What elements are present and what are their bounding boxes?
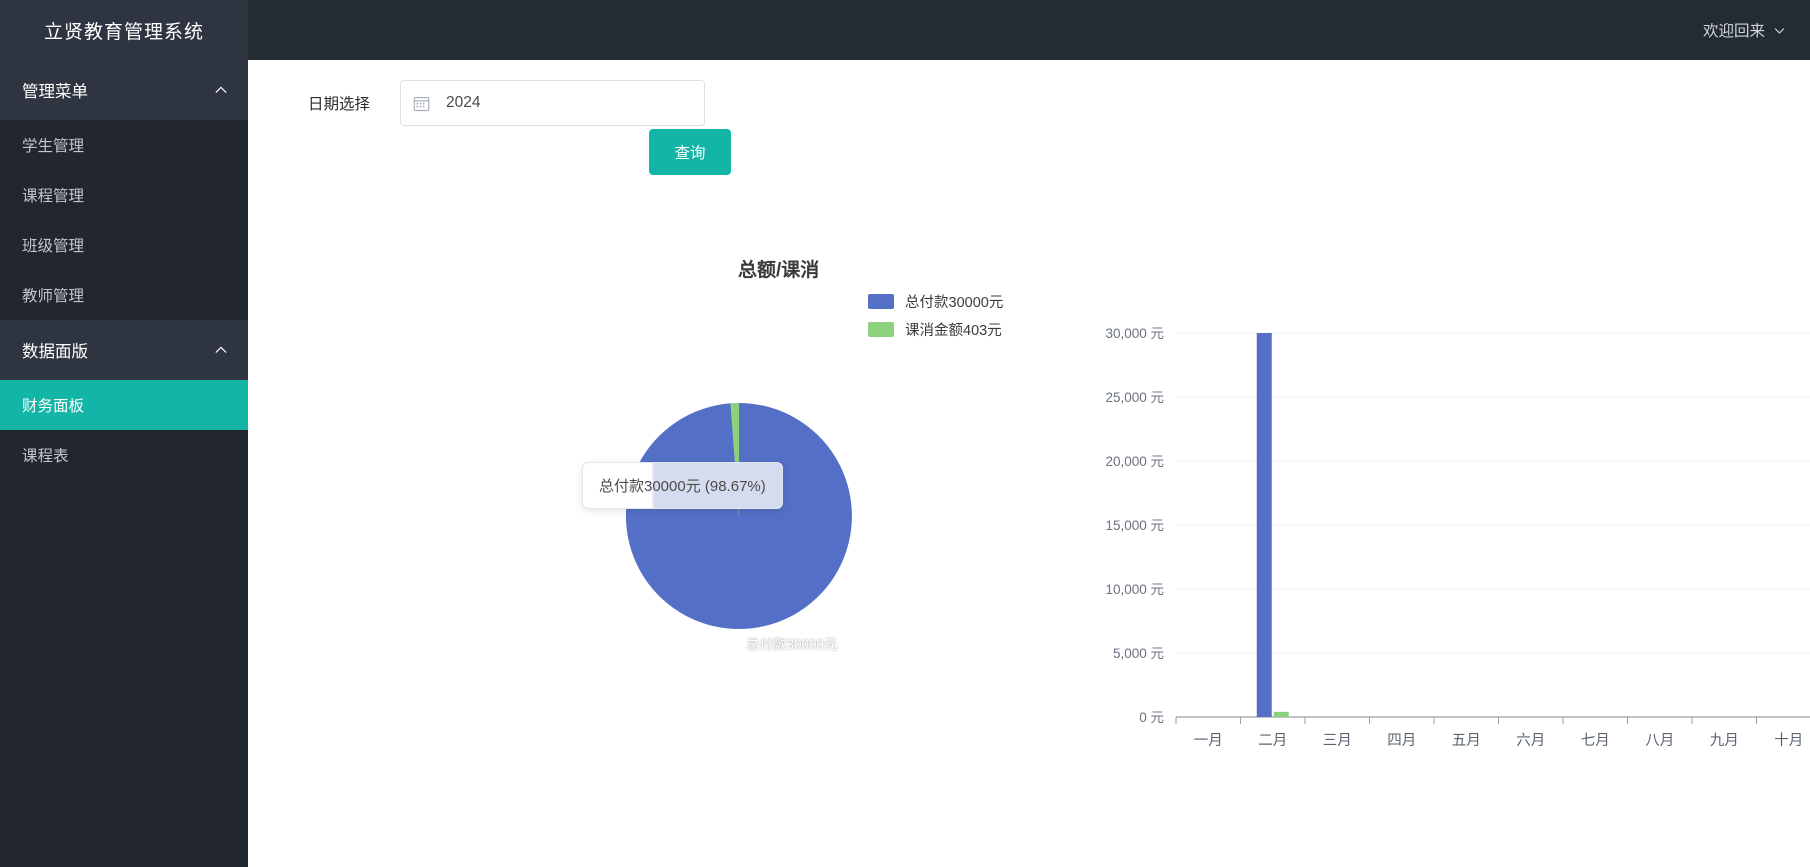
chevron-down-icon — [1773, 24, 1786, 37]
sidebar: 立贤教育管理系统 管理菜单 学生管理 课程管理 班级管理 教师管理 数据面版 财… — [0, 0, 248, 867]
x-axis-tick-label: 十月 — [1774, 732, 1803, 749]
sidebar-item-course-management[interactable]: 课程管理 — [0, 170, 248, 220]
legend-swatch-blue — [868, 293, 894, 309]
sidebar-group-label: 管理菜单 — [22, 83, 88, 101]
x-axis-tick-label: 五月 — [1452, 733, 1481, 749]
bar-chart-panel: 0 元 5,000 元 10,000 元 15,000 元 20,000 元 25,000… — [1088, 325, 1810, 825]
y-axis-tick-label: 0 元 — [1139, 710, 1164, 725]
sidebar-group-label: 数据面版 — [22, 343, 88, 361]
legend-item[interactable]: 课消金额403元 — [868, 315, 1003, 343]
y-axis-tick-label: 30,000 元 — [1105, 326, 1164, 341]
topbar: 欢迎回来 — [248, 0, 1810, 60]
content-area: 日期选择 2024 查询 总额/课消 总付款30000元 课消金额403元 总付… — [248, 60, 1810, 867]
pie-chart-title: 总额/课消 — [738, 260, 820, 281]
sidebar-item-label: 课程管理 — [22, 188, 85, 205]
x-axis-tick-label: 四月 — [1387, 733, 1416, 749]
legend-label: 课消金额403元 — [905, 322, 1002, 339]
chevron-up-icon — [214, 343, 228, 357]
sidebar-item-label: 财务面板 — [22, 398, 85, 415]
x-axis-tick-label: 六月 — [1516, 732, 1545, 749]
sidebar-filler — [0, 480, 248, 867]
y-axis-tick-label: 25,000 元 — [1105, 390, 1164, 405]
chevron-up-icon — [214, 83, 228, 97]
sidebar-item-finance-panel[interactable]: 财务面板 — [0, 380, 248, 430]
welcome-text: 欢迎回来 — [1702, 23, 1765, 40]
bar-总付款[interactable] — [1256, 333, 1272, 717]
date-picker[interactable]: 2024 — [400, 80, 705, 126]
sidebar-group-data-panel[interactable]: 数据面版 — [0, 320, 248, 380]
pie-chart-legend: 总付款30000元 课消金额403元 — [868, 287, 1003, 343]
pie-data-label: 总付款30000元 — [746, 637, 838, 652]
bar-chart-svg[interactable]: 0 元 5,000 元 10,000 元 15,000 元 20,000 元 25,000… — [1088, 325, 1810, 825]
x-axis-tick-label: 一月 — [1194, 733, 1223, 749]
sidebar-item-label: 班级管理 — [22, 238, 85, 255]
sidebar-item-teacher-management[interactable]: 教师管理 — [0, 270, 248, 320]
y-axis-tick-label: 5,000 元 — [1113, 646, 1164, 661]
x-axis-tick-label: 九月 — [1710, 732, 1739, 749]
x-axis-tick-label: 二月 — [1258, 733, 1287, 749]
date-picker-value: 2024 — [446, 94, 481, 111]
sidebar-item-label: 课程表 — [22, 448, 69, 465]
pie-chart-graphic[interactable]: 总付款30000元 — [608, 385, 870, 652]
x-axis-tick-label: 七月 — [1581, 732, 1610, 749]
pie-svg — [625, 402, 852, 629]
app-root: 立贤教育管理系统 管理菜单 学生管理 课程管理 班级管理 教师管理 数据面版 财… — [0, 0, 1810, 867]
y-axis-tick-label: 15,000 元 — [1105, 518, 1164, 533]
y-axis-tick-label: 10,000 元 — [1105, 582, 1164, 597]
app-brand-title: 立贤教育管理系统 — [0, 0, 248, 60]
sidebar-group-management[interactable]: 管理菜单 — [0, 60, 248, 120]
y-axis-tick-label: 20,000 元 — [1105, 454, 1164, 469]
legend-swatch-green — [868, 321, 894, 337]
x-axis-tick-label: 八月 — [1645, 733, 1674, 749]
legend-label: 总付款30000元 — [905, 294, 1004, 311]
sidebar-sublist-management: 学生管理 课程管理 班级管理 教师管理 — [0, 120, 248, 320]
legend-item[interactable]: 总付款30000元 — [868, 287, 1003, 315]
main-area: 欢迎回来 日期选择 2024 查询 总额/课消 总付款30000元 课消金额40… — [248, 0, 1810, 867]
x-axis-tick-label: 三月 — [1323, 733, 1352, 749]
date-picker-label: 日期选择 — [308, 96, 371, 113]
pie-chart-panel: 总额/课消 总付款30000元 课消金额403元 总付款30000元 总付款30… — [548, 255, 1068, 675]
user-menu[interactable]: 欢迎回来 — [1703, 19, 1786, 41]
sidebar-item-class-management[interactable]: 班级管理 — [0, 220, 248, 270]
filter-row: 日期选择 2024 — [308, 80, 705, 126]
sidebar-sublist-data-panel: 财务面板 课程表 — [0, 380, 248, 480]
sidebar-item-label: 教师管理 — [22, 288, 85, 305]
sidebar-item-student-management[interactable]: 学生管理 — [0, 120, 248, 170]
query-button[interactable]: 查询 — [649, 129, 731, 175]
pie-tooltip: 总付款30000元 (98.67%) — [582, 462, 783, 509]
sidebar-item-schedule[interactable]: 课程表 — [0, 430, 248, 480]
sidebar-item-label: 学生管理 — [22, 138, 85, 155]
calendar-icon — [413, 95, 430, 112]
bar-课消金额[interactable] — [1273, 711, 1289, 717]
